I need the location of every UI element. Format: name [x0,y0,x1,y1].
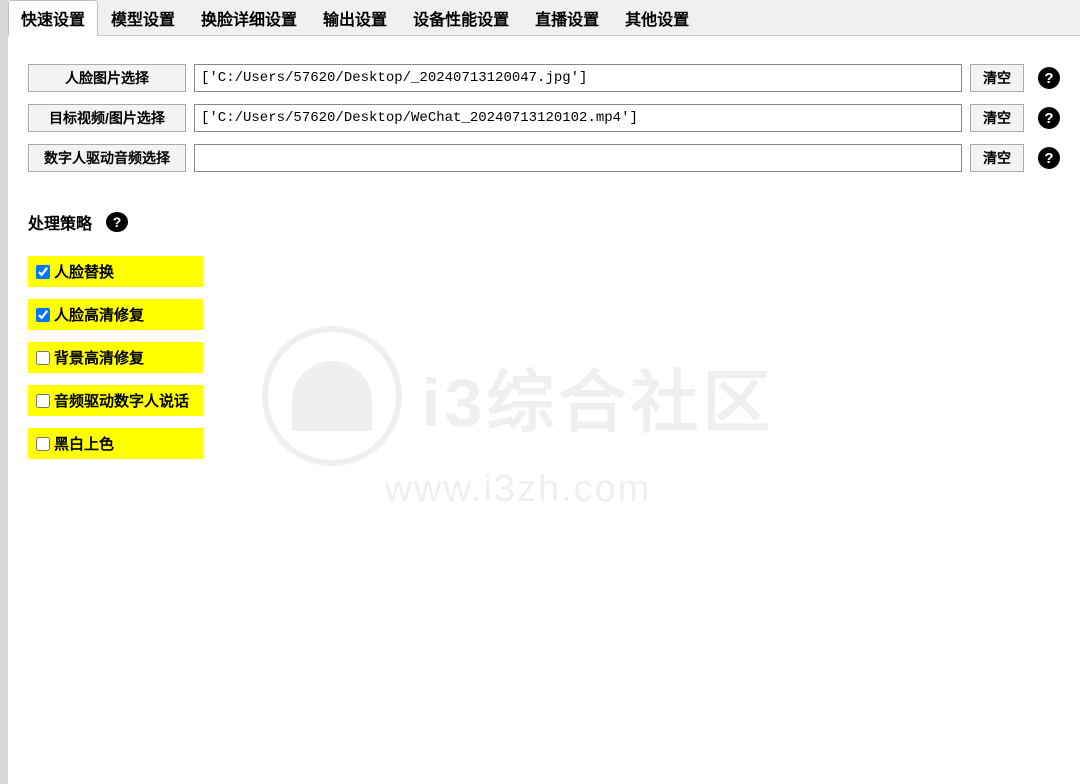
window-edge [0,0,8,784]
strategy-header: 处理策略 ? [28,210,1060,234]
option-bg-hd-restore: 背景高清修复 [28,342,1060,373]
tab-livestream-settings[interactable]: 直播设置 [522,0,612,35]
tab-model-settings[interactable]: 模型设置 [98,0,188,35]
help-icon[interactable]: ? [1038,147,1060,169]
checkbox-item-face-hd[interactable]: 人脸高清修复 [28,299,203,330]
audio-select-button[interactable]: 数字人驱动音频选择 [28,144,186,172]
help-icon[interactable]: ? [1038,107,1060,129]
checkbox-item-bg-hd[interactable]: 背景高清修复 [28,342,203,373]
tab-content: 人脸图片选择 清空 ? 目标视频/图片选择 清空 ? 数字人驱动音频选择 清空 … [8,36,1080,491]
audio-clear-button[interactable]: 清空 [970,144,1024,172]
checkbox-face-swap[interactable] [36,265,50,279]
strategy-title: 处理策略 [28,210,92,234]
target-media-clear-button[interactable]: 清空 [970,104,1024,132]
checkbox-item-face-swap[interactable]: 人脸替换 [28,256,203,287]
target-media-path-input[interactable] [194,104,962,132]
checkbox-label: 黑白上色 [54,433,114,454]
help-icon[interactable]: ? [106,212,128,232]
checkbox-face-hd[interactable] [36,308,50,322]
tab-quick-settings[interactable]: 快速设置 [8,0,98,36]
audio-row: 数字人驱动音频选择 清空 ? [28,144,1060,172]
main-container: 快速设置 模型设置 换脸详细设置 输出设置 设备性能设置 直播设置 其他设置 人… [8,0,1080,491]
tab-bar: 快速设置 模型设置 换脸详细设置 输出设置 设备性能设置 直播设置 其他设置 [8,0,1080,36]
tab-other-settings[interactable]: 其他设置 [612,0,702,35]
option-face-swap: 人脸替换 [28,256,1060,287]
option-audio-drive-digital-human: 音频驱动数字人说话 [28,385,1060,416]
help-icon[interactable]: ? [1038,67,1060,89]
checkbox-label: 背景高清修复 [54,347,144,368]
tab-output-settings[interactable]: 输出设置 [310,0,400,35]
target-media-row: 目标视频/图片选择 清空 ? [28,104,1060,132]
checkbox-audio-drive[interactable] [36,394,50,408]
checkbox-label: 音频驱动数字人说话 [54,390,189,411]
option-face-hd-restore: 人脸高清修复 [28,299,1060,330]
audio-path-input[interactable] [194,144,962,172]
checkbox-bg-hd[interactable] [36,351,50,365]
tab-faceswap-detail-settings[interactable]: 换脸详细设置 [188,0,310,35]
face-image-clear-button[interactable]: 清空 [970,64,1024,92]
face-image-select-button[interactable]: 人脸图片选择 [28,64,186,92]
face-image-row: 人脸图片选择 清空 ? [28,64,1060,92]
tab-device-performance-settings[interactable]: 设备性能设置 [400,0,522,35]
checkbox-item-colorize[interactable]: 黑白上色 [28,428,203,459]
face-image-path-input[interactable] [194,64,962,92]
checkbox-item-audio-drive[interactable]: 音频驱动数字人说话 [28,385,203,416]
target-media-select-button[interactable]: 目标视频/图片选择 [28,104,186,132]
checkbox-label: 人脸高清修复 [54,304,144,325]
option-colorize-bw: 黑白上色 [28,428,1060,459]
checkbox-colorize[interactable] [36,437,50,451]
checkbox-label: 人脸替换 [54,261,114,282]
